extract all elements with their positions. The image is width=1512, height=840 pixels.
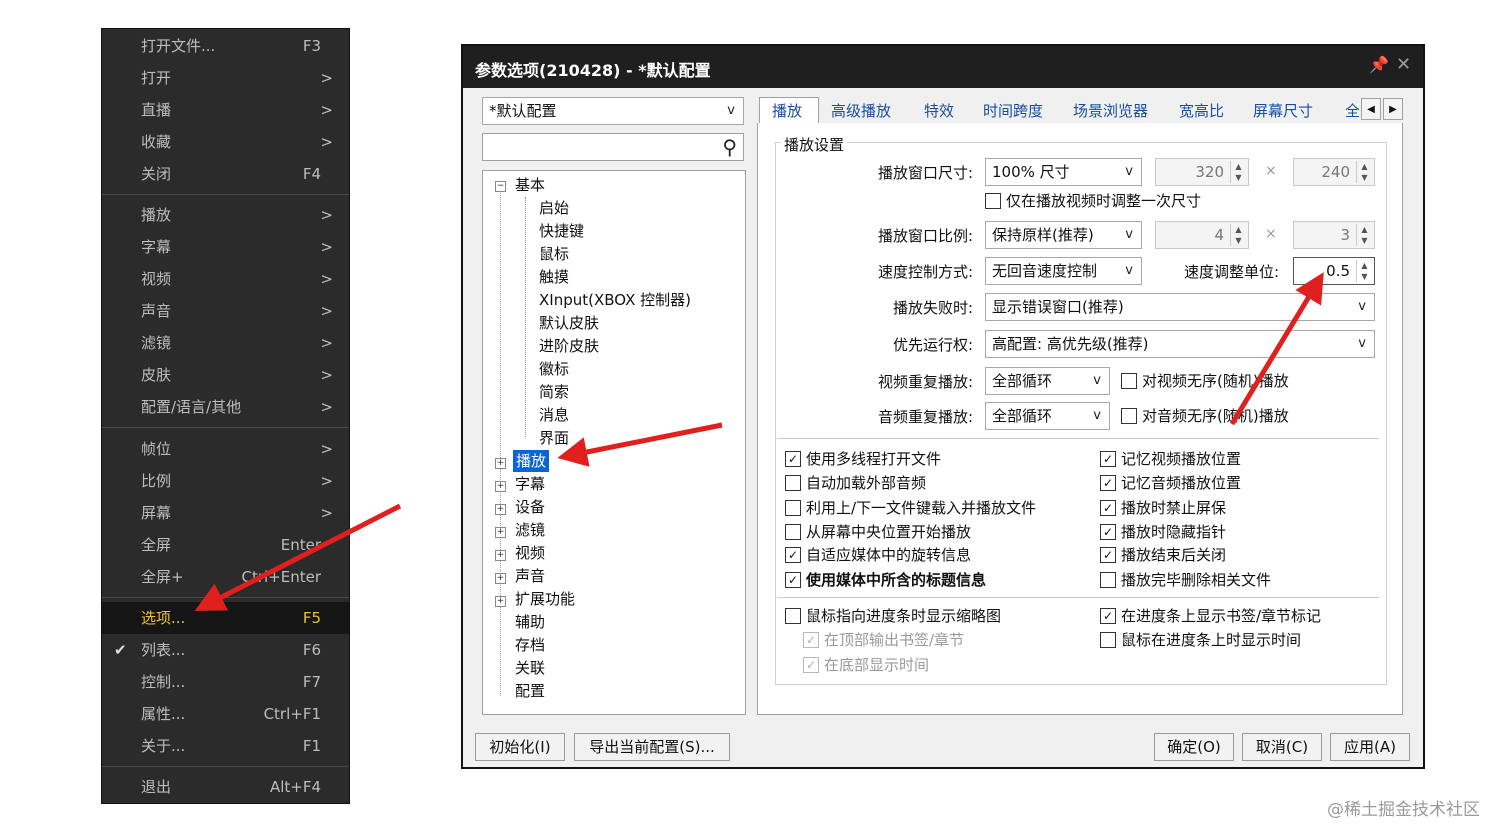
arrow-to-play-node: [557, 422, 723, 467]
watermark: @稀土掘金技术社区: [1327, 800, 1480, 820]
annotation-arrows: [194, 272, 1324, 611]
arrow-to-options: [194, 503, 402, 611]
arrow-to-speed-unit: [1229, 272, 1324, 426]
